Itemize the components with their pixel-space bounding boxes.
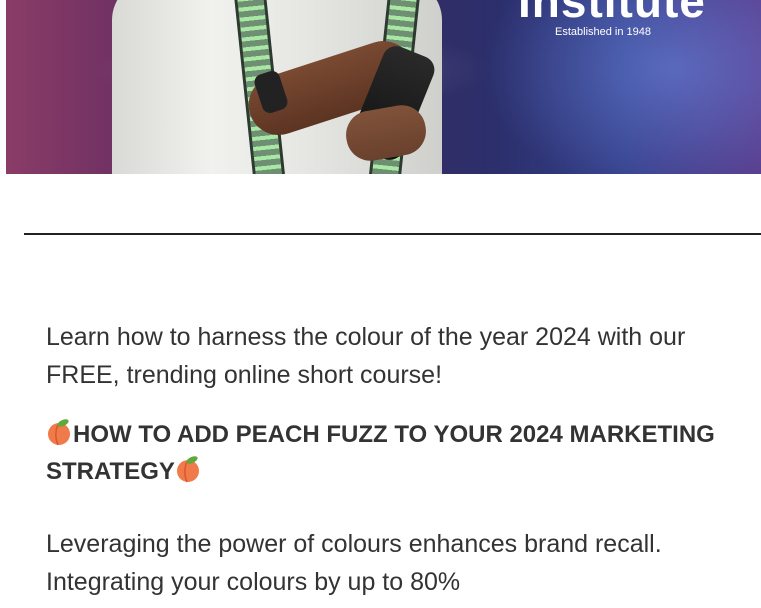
body-paragraph: Leveraging the power of colours enhances… [46, 530, 662, 596]
email-page: Institute Established in 1948 Learn how … [0, 0, 761, 608]
brand-logo-text: Institute [518, 0, 706, 27]
hero-banner: Institute Established in 1948 [6, 0, 761, 174]
headline-text: HOW TO ADD PEACH FUZZ TO YOUR 2024 MARKE… [46, 421, 715, 485]
brand-tagline: Established in 1948 [555, 26, 652, 38]
article-content: Learn how to harness the colour of the y… [46, 318, 746, 601]
section-divider [24, 233, 761, 235]
peach-icon [46, 419, 73, 446]
intro-text: Learn how to harness the colour of the y… [46, 323, 686, 389]
peach-icon [175, 456, 202, 483]
course-headline: HOW TO ADD PEACH FUZZ TO YOUR 2024 MARKE… [46, 416, 746, 490]
